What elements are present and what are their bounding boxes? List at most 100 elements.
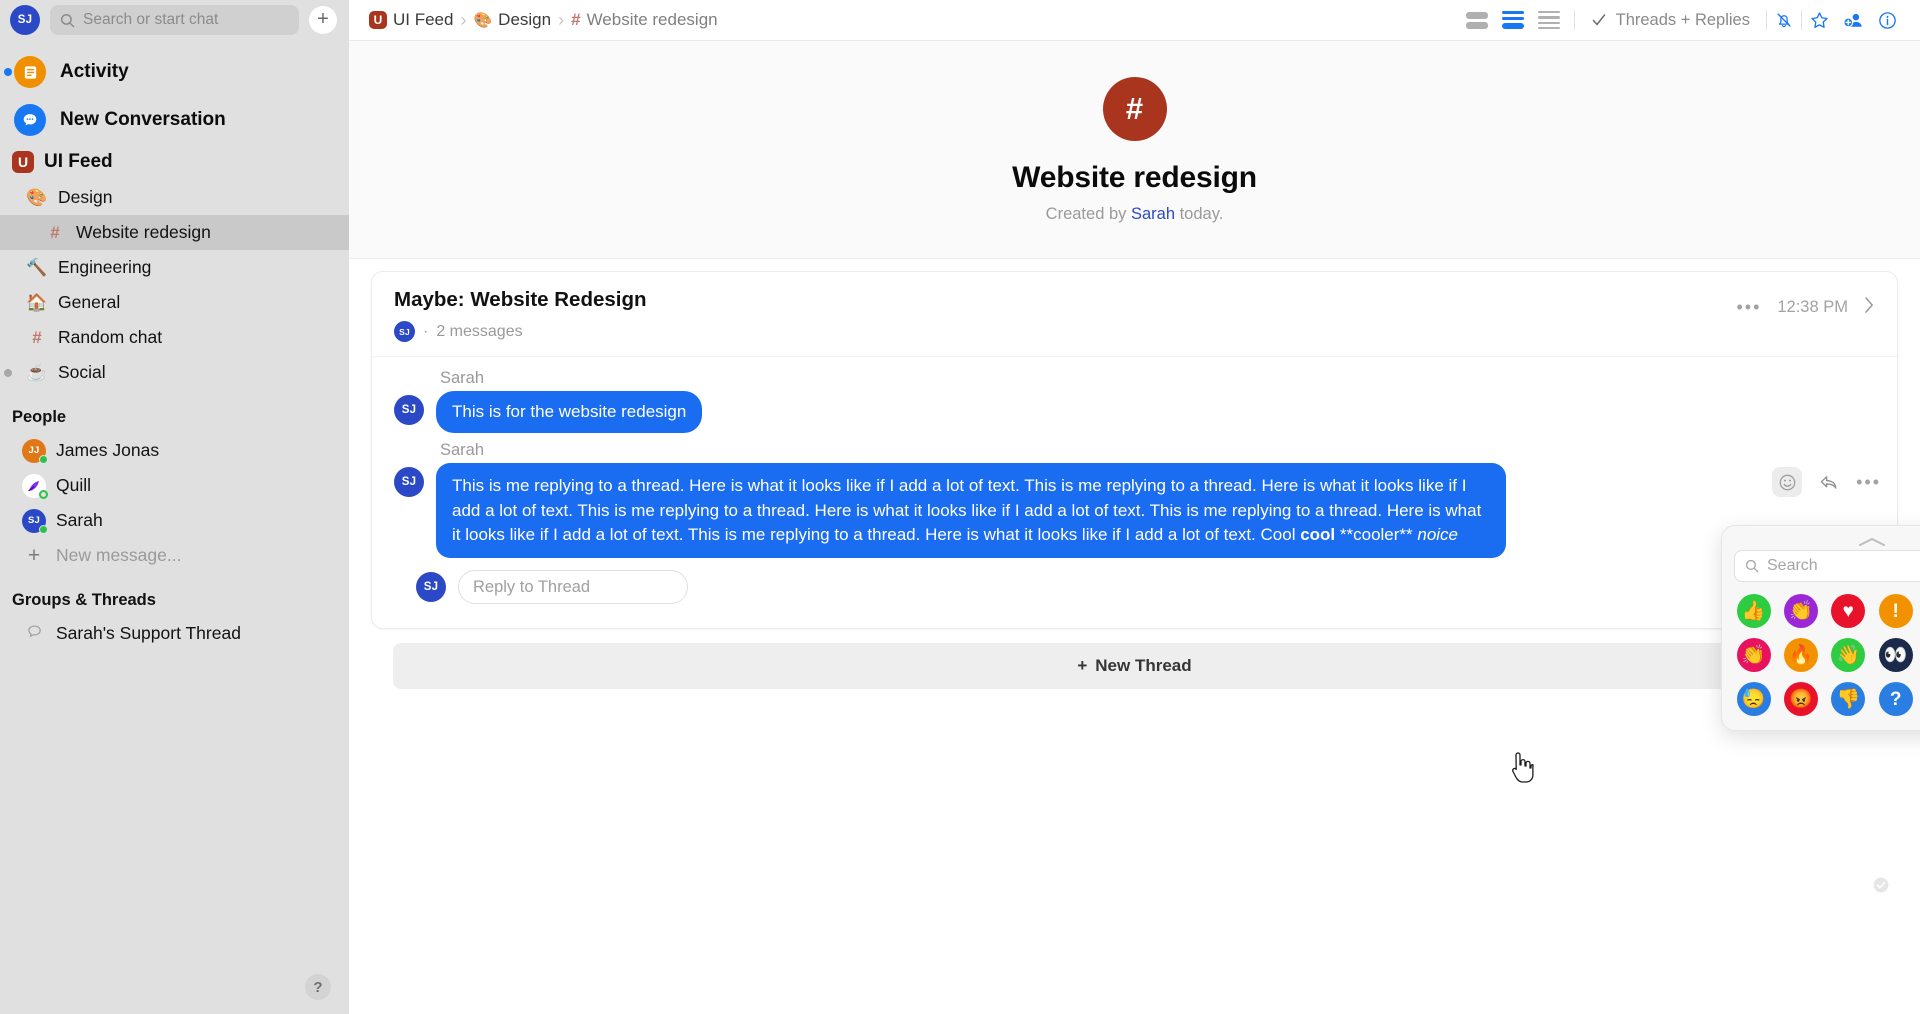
sidebar-item-label: Social: [58, 362, 106, 382]
new-chat-button[interactable]: +: [309, 6, 337, 34]
emoji-search-input[interactable]: Search: [1734, 550, 1920, 582]
emoji-fire[interactable]: 🔥: [1783, 638, 1818, 672]
reply-icon[interactable]: [1814, 467, 1844, 497]
emoji-glyph: 👍: [1741, 600, 1766, 622]
message-bubble[interactable]: This is for the website redesign: [436, 391, 703, 434]
sidebar-item-label: Engineering: [58, 257, 152, 277]
star-icon[interactable]: [1802, 3, 1836, 37]
avatar[interactable]: SJ: [10, 5, 40, 35]
more-options-icon[interactable]: •••: [1856, 472, 1881, 493]
emoji-glyph: ♥: [1842, 600, 1854, 622]
add-reaction-icon[interactable]: [1772, 467, 1803, 498]
chevron-up-icon[interactable]: [1734, 536, 1920, 548]
channel-content: # Website redesign Created by Sarah toda…: [349, 41, 1920, 1014]
help-button[interactable]: ?: [305, 974, 331, 1000]
message-author: Sarah: [440, 441, 485, 460]
threads-filter-button[interactable]: Threads + Replies: [1575, 11, 1766, 30]
thread-header[interactable]: Maybe: Website Redesign SJ · 2 messages …: [372, 272, 1897, 356]
emoji-angry[interactable]: 😡: [1783, 682, 1818, 716]
emoji-glyph: 👎: [1836, 688, 1861, 710]
sidebar-item-label: Random chat: [58, 327, 163, 347]
sidebar: SJ Search or start chat + Activity New C…: [0, 0, 349, 1014]
emoji-heart[interactable]: ♥: [1831, 594, 1866, 628]
emoji-wave[interactable]: 👋: [1831, 638, 1866, 672]
emoji-glyph: 😡: [1789, 688, 1813, 710]
sidebar-item-activity[interactable]: Activity: [0, 48, 349, 96]
check-icon: [1592, 14, 1605, 26]
sidebar-header: SJ Search or start chat +: [0, 0, 349, 42]
message-hover-actions: •••: [1772, 467, 1881, 498]
muted-dot: [4, 368, 12, 377]
sidebar-item-social[interactable]: ☕ Social: [0, 355, 349, 390]
list-rows-icon[interactable]: [1537, 11, 1560, 29]
breadcrumb-item-website-redesign[interactable]: # Website redesign: [571, 10, 718, 30]
list-compact-icon[interactable]: [1501, 11, 1524, 29]
message-bubble[interactable]: This is me replying to a thread. Here is…: [436, 463, 1506, 559]
breadcrumb-label: Website redesign: [586, 10, 718, 29]
avatar-initials: JJ: [28, 445, 40, 456]
meta-separator: ·: [423, 322, 429, 340]
emoji-thumbs-up[interactable]: 👍: [1736, 594, 1771, 628]
split-view-icon[interactable]: [1465, 11, 1488, 29]
emoji-glyph: 👏: [1741, 644, 1766, 666]
chevron-right-icon[interactable]: [1864, 294, 1875, 320]
emoji-question[interactable]: ?: [1878, 682, 1913, 716]
unread-dot: [4, 68, 12, 76]
sidebar-item-general[interactable]: 🏠 General: [0, 285, 349, 320]
emoji-thumbs-down[interactable]: 👎: [1831, 682, 1866, 716]
avatar: SJ: [394, 321, 415, 342]
new-thread-button[interactable]: + New Thread: [393, 643, 1876, 690]
house-icon: 🏠: [26, 293, 48, 312]
hammer-icon: 🔨: [26, 258, 48, 277]
sidebar-item-label: Website redesign: [76, 222, 211, 242]
sidebar-person-james-jonas[interactable]: JJ James Jonas: [0, 433, 349, 468]
activity-icon: [14, 56, 46, 88]
emoji-glyph: 👏: [1789, 600, 1813, 622]
sidebar-item-engineering[interactable]: 🔨 Engineering: [0, 250, 349, 285]
sidebar-item-new-conversation[interactable]: New Conversation: [0, 96, 349, 144]
created-by-link[interactable]: Sarah: [1131, 205, 1175, 223]
threads-filter-label: Threads + Replies: [1615, 10, 1750, 29]
search-icon: [60, 13, 75, 27]
breadcrumb-item-design[interactable]: 🎨 Design: [473, 10, 551, 30]
workspace-label: UI Feed: [44, 151, 113, 172]
add-person-icon[interactable]: [1836, 3, 1870, 37]
sidebar-person-quill[interactable]: Quill: [0, 468, 349, 503]
info-icon[interactable]: [1870, 3, 1904, 37]
thread-header-actions: ••• 12:38 PM: [1736, 294, 1875, 320]
sidebar-item-random-chat[interactable]: # Random chat: [0, 320, 349, 355]
avatar: SJ: [394, 467, 424, 498]
hash-icon: #: [1102, 77, 1167, 141]
breadcrumb-separator: ›: [460, 9, 467, 30]
emoji-clapping[interactable]: 👏: [1736, 638, 1771, 672]
avatar: SJ: [416, 572, 446, 603]
search-icon: [1745, 559, 1759, 573]
sidebar-item-label: New Conversation: [60, 109, 226, 130]
emoji-exclamation[interactable]: !: [1878, 594, 1913, 628]
breadcrumb-item-ui-feed[interactable]: U UI Feed: [369, 10, 453, 30]
main-panel: U UI Feed › 🎨 Design › # Website redesig…: [349, 0, 1920, 1014]
emoji-picker: Search 👍👏♥!😂🙌👏🔥👋👀🤩😮😓😡👎?100✓: [1721, 525, 1920, 731]
more-options-icon[interactable]: •••: [1736, 297, 1761, 318]
chat-bubble-icon: [14, 104, 46, 136]
message-item: Sarah SJ This is for the website redesig…: [394, 369, 1875, 434]
sidebar-new-message-button[interactable]: + New message...: [0, 538, 349, 573]
bell-muted-icon[interactable]: [1767, 3, 1801, 37]
page-title: Website redesign: [1012, 161, 1257, 194]
section-title-groups-threads: Groups & Threads: [12, 591, 156, 609]
emoji-eyes[interactable]: 👀: [1878, 638, 1913, 672]
emoji-worried[interactable]: 😓: [1736, 682, 1771, 716]
sidebar-person-sarah[interactable]: SJ Sarah: [0, 503, 349, 538]
sidebar-workspace[interactable]: U UI Feed: [0, 144, 349, 180]
search-input[interactable]: Search or start chat: [50, 5, 299, 35]
emoji-clap-purple[interactable]: 👏: [1783, 594, 1818, 628]
emoji-glyph: 😓: [1741, 688, 1766, 710]
sidebar-nav: Activity New Conversation U UI Feed 🎨 De…: [0, 42, 349, 1014]
hash-icon: #: [32, 328, 42, 347]
avatar: [22, 473, 48, 499]
sidebar-item-design[interactable]: 🎨 Design: [0, 180, 349, 215]
sidebar-item-website-redesign[interactable]: # Website redesign: [0, 215, 349, 250]
sidebar-group-sarahs-support-thread[interactable]: Sarah's Support Thread: [0, 616, 349, 651]
topbar-actions: Threads + Replies: [1465, 3, 1904, 37]
reply-input[interactable]: Reply to Thread: [458, 570, 688, 605]
